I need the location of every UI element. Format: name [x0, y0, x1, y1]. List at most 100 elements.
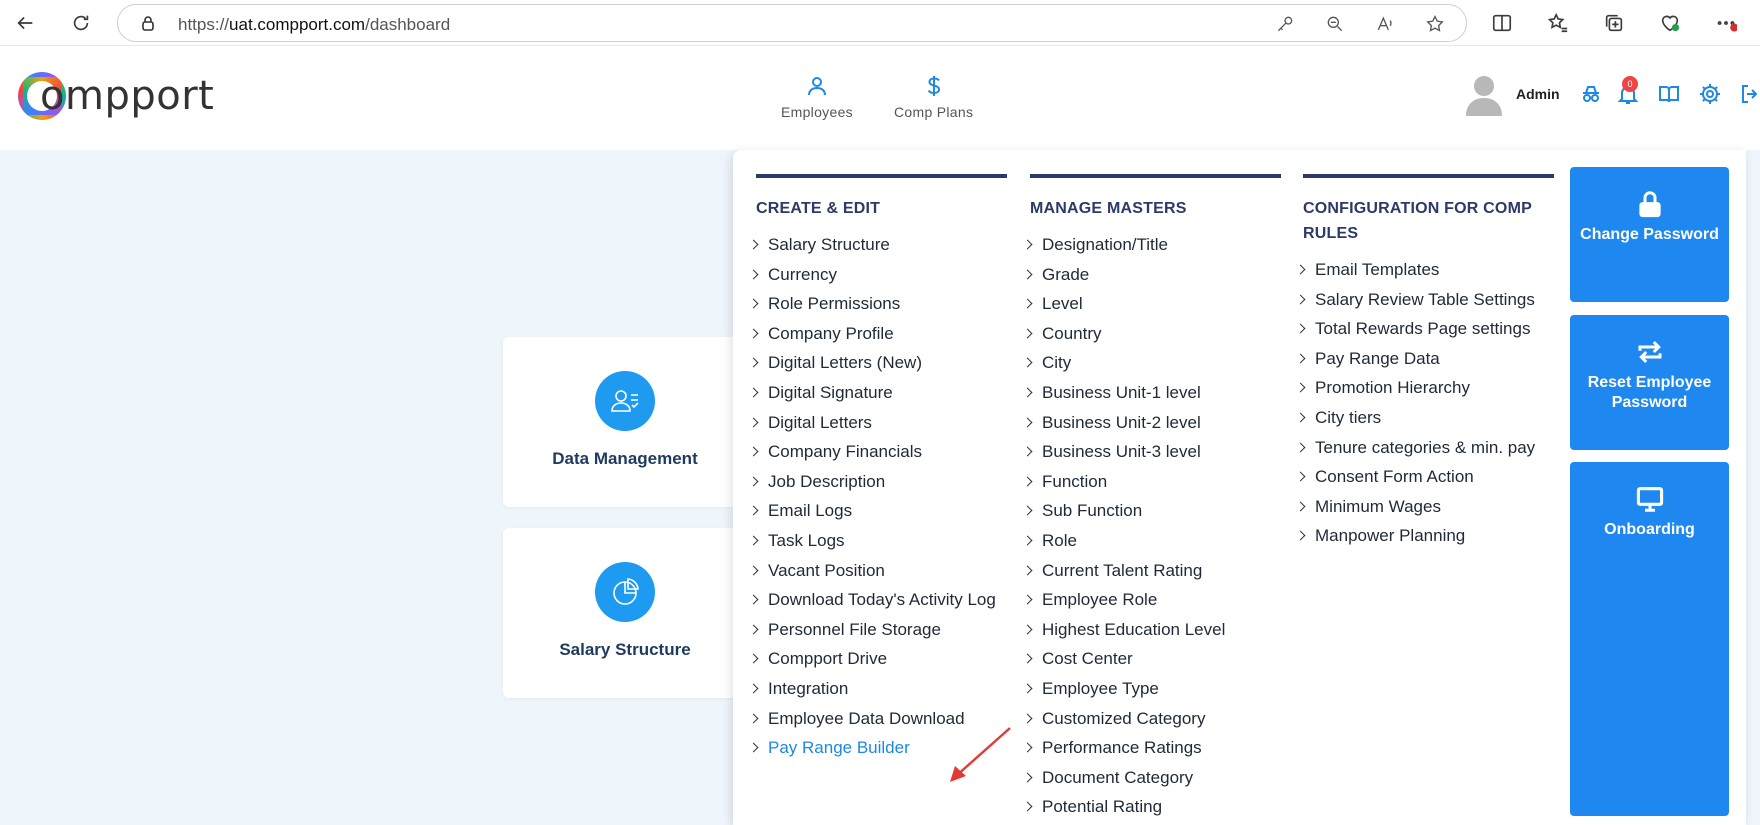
- menu-item[interactable]: Compport Drive: [756, 644, 1007, 674]
- menu-item[interactable]: Grade: [1030, 260, 1281, 290]
- back-arrow-icon[interactable]: [10, 8, 40, 38]
- menu-item[interactable]: Country: [1030, 319, 1281, 349]
- menu-item[interactable]: Function: [1030, 467, 1281, 497]
- menu-item[interactable]: Employee Role: [1030, 585, 1281, 615]
- url-text: https://uat.compport.com/dashboard: [178, 15, 450, 35]
- menu-item[interactable]: Customized Category: [1030, 704, 1281, 734]
- avatar[interactable]: [1464, 72, 1504, 116]
- menu-item[interactable]: Potential Rating: [1030, 792, 1281, 822]
- menu-item[interactable]: Role Permissions: [756, 289, 1007, 319]
- menu-item[interactable]: Company Financials: [756, 437, 1007, 467]
- browser-toolbar: https://uat.compport.com/dashboard: [0, 0, 1760, 46]
- card-data-management[interactable]: Data Management: [503, 337, 747, 507]
- dollar-icon: [922, 72, 946, 100]
- card-title: Data Management: [552, 449, 698, 468]
- menu-item-label: Pay Range Builder: [768, 738, 910, 758]
- user-name-label[interactable]: Admin: [1516, 86, 1560, 102]
- notification-badge: 0: [1622, 76, 1638, 92]
- lock-icon: [1635, 187, 1665, 221]
- book-icon[interactable]: [1655, 80, 1683, 108]
- reset-employee-password-button[interactable]: Reset Employee Password: [1570, 315, 1729, 450]
- menu-item[interactable]: Digital Letters: [756, 408, 1007, 438]
- compport-logo[interactable]: ompport: [18, 68, 214, 124]
- menu-item[interactable]: City: [1030, 348, 1281, 378]
- create-edit-list: Salary Structure Currency Role Permissions…: [756, 230, 1007, 764]
- more-options-icon[interactable]: [1711, 8, 1741, 38]
- menu-item[interactable]: Role: [1030, 526, 1281, 556]
- split-screen-icon[interactable]: [1487, 8, 1517, 38]
- menu-item[interactable]: Business Unit-1 level: [1030, 378, 1281, 408]
- address-bar[interactable]: https://uat.compport.com/dashboard: [117, 4, 1467, 42]
- logout-icon[interactable]: [1736, 80, 1760, 108]
- monitor-icon: [1635, 482, 1665, 516]
- collections-icon[interactable]: [1599, 8, 1629, 38]
- user-list-icon: [595, 371, 655, 431]
- lock-icon: [140, 15, 156, 31]
- menu-item[interactable]: Highest Education Level: [1030, 615, 1281, 645]
- menu-item[interactable]: Document Category: [1030, 763, 1281, 793]
- menu-item[interactable]: Personnel File Storage: [756, 615, 1007, 645]
- column-create-edit: CREATE & EDIT Salary Structure Currency Ro…: [756, 174, 1007, 764]
- menu-item[interactable]: Cost Center: [1030, 644, 1281, 674]
- menu-item[interactable]: Digital Signature: [756, 378, 1007, 408]
- menu-item[interactable]: Level: [1030, 289, 1281, 319]
- menu-item[interactable]: City tiers: [1303, 403, 1554, 433]
- reload-icon[interactable]: [66, 8, 96, 38]
- menu-item[interactable]: Designation/Title: [1030, 230, 1281, 260]
- change-password-button[interactable]: Change Password: [1570, 167, 1729, 302]
- read-aloud-icon[interactable]: [1374, 13, 1396, 35]
- change-password-label: Change Password: [1580, 226, 1719, 243]
- menu-item[interactable]: Integration: [756, 674, 1007, 704]
- nav-employees-label: Employees: [781, 104, 853, 120]
- zoom-out-icon[interactable]: [1324, 13, 1346, 35]
- menu-item[interactable]: Business Unit-2 level: [1030, 408, 1281, 438]
- menu-item[interactable]: Task Logs: [756, 526, 1007, 556]
- menu-item[interactable]: Email Logs: [756, 496, 1007, 526]
- menu-item[interactable]: Current Talent Rating: [1030, 556, 1281, 586]
- column-divider: [756, 174, 1007, 178]
- menu-item[interactable]: Total Rewards Page settings: [1303, 314, 1554, 344]
- menu-item[interactable]: Salary Structure: [756, 230, 1007, 260]
- onboarding-button[interactable]: Onboarding: [1570, 462, 1729, 816]
- card-title: Salary Structure: [559, 640, 691, 659]
- spy-icon[interactable]: [1577, 80, 1605, 108]
- menu-item[interactable]: Sub Function: [1030, 496, 1281, 526]
- menu-item[interactable]: Salary Review Table Settings: [1303, 285, 1554, 315]
- config-comp-rules-list: Email Templates Salary Review Table Setti…: [1303, 255, 1554, 551]
- column-heading: CREATE & EDIT: [756, 200, 881, 217]
- card-salary-structure[interactable]: Salary Structure: [503, 528, 747, 698]
- browser-essentials-icon[interactable]: [1655, 8, 1685, 38]
- app-header: ompport Employees Comp Plans Admin 0: [0, 46, 1760, 150]
- menu-item[interactable]: Company Profile: [756, 319, 1007, 349]
- menu-item[interactable]: Currency: [756, 260, 1007, 290]
- menu-item[interactable]: Promotion Hierarchy: [1303, 373, 1554, 403]
- menu-item[interactable]: Digital Letters (New): [756, 348, 1007, 378]
- favorites-icon[interactable]: [1543, 8, 1573, 38]
- menu-item[interactable]: Download Today's Activity Log: [756, 585, 1007, 615]
- onboarding-label: Onboarding: [1604, 521, 1695, 538]
- menu-item[interactable]: Consent Form Action: [1303, 462, 1554, 492]
- menu-item[interactable]: Pay Range Data: [1303, 344, 1554, 374]
- column-divider: [1030, 174, 1281, 178]
- menu-item[interactable]: Manpower Planning: [1303, 521, 1554, 551]
- menu-item[interactable]: Vacant Position: [756, 556, 1007, 586]
- menu-item[interactable]: Business Unit-3 level: [1030, 437, 1281, 467]
- column-heading: MANAGE MASTERS: [1030, 200, 1187, 217]
- menu-item[interactable]: Minimum Wages: [1303, 492, 1554, 522]
- column-config-comp-rules: CONFIGURATION FOR COMP RULES Email Templ…: [1303, 174, 1554, 551]
- menu-item[interactable]: Performance Ratings: [1030, 733, 1281, 763]
- logo-text: ompport: [40, 73, 215, 119]
- menu-item[interactable]: Email Templates: [1303, 255, 1554, 285]
- dropdown-caret: [1692, 122, 1728, 150]
- key-icon[interactable]: [1274, 13, 1296, 35]
- column-heading: CONFIGURATION FOR COMP RULES: [1303, 200, 1532, 242]
- gear-icon[interactable]: [1696, 80, 1724, 108]
- nav-employees[interactable]: Employees: [781, 72, 853, 120]
- menu-item[interactable]: Tenure categories & min. pay: [1303, 433, 1554, 463]
- menu-item[interactable]: Employee Type: [1030, 674, 1281, 704]
- url-path: /dashboard: [365, 15, 451, 34]
- annotation-arrow-icon: [950, 727, 1011, 782]
- nav-comp-plans[interactable]: Comp Plans: [894, 72, 973, 120]
- menu-item[interactable]: Job Description: [756, 467, 1007, 497]
- star-icon[interactable]: [1424, 13, 1446, 35]
